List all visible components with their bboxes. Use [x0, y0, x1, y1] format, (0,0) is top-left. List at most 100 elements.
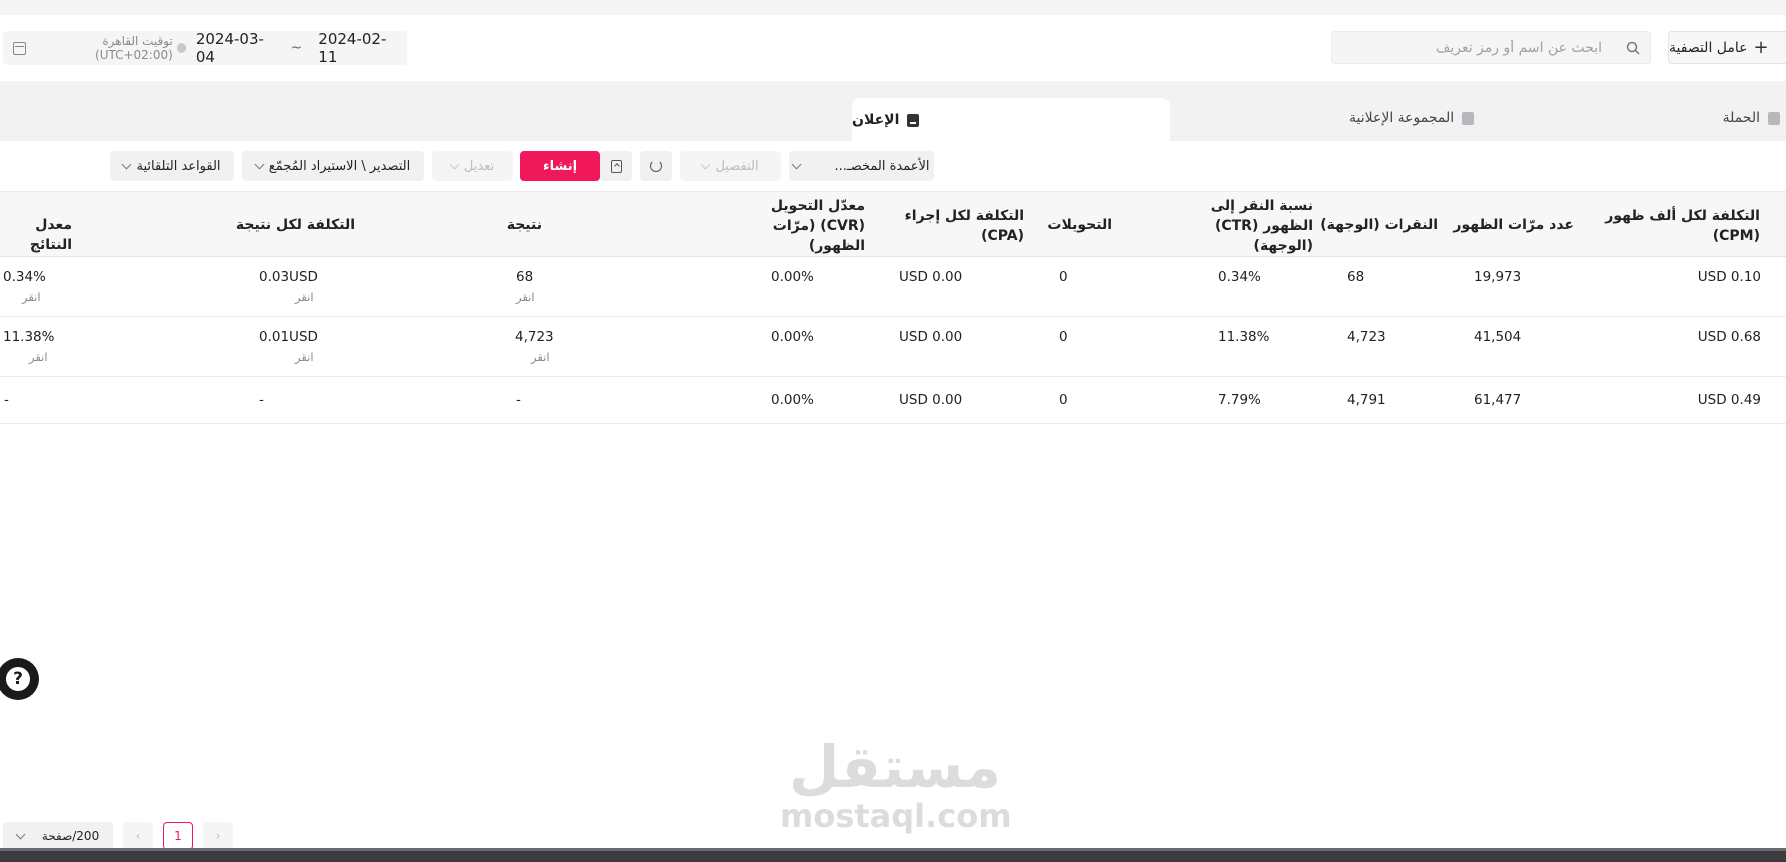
campaign-icon	[1768, 111, 1780, 125]
ad-icon	[907, 113, 920, 127]
col-ctr-line2: الظهور (CTR)	[1214, 218, 1313, 234]
search-input[interactable]	[1342, 39, 1602, 56]
breakdown-label: التفصيل	[715, 158, 759, 174]
create-label: إنشاء	[542, 158, 578, 174]
prev-page-button[interactable]: ‹	[123, 822, 153, 850]
col-result[interactable]: نتيجة	[507, 215, 542, 235]
tab-ad[interactable]: الإعلان	[852, 98, 1170, 142]
cell-ctr: 7.79%	[1218, 392, 1261, 408]
date-range-picker[interactable]: توقيت القاهرة (UTC+02:00) 2024-03-04 ~ 2…	[3, 30, 407, 66]
col-clicks[interactable]: النقرات (الوجهة)	[1320, 215, 1438, 235]
tab-ad-group[interactable]: المجموعة الإعلانية	[1349, 110, 1475, 126]
chevron-down-icon	[792, 159, 802, 169]
table-row[interactable]: USD 0.68 41,504 4,723 11.38% 0 USD 0.00 …	[0, 317, 1786, 377]
cell-result-rate: -	[4, 392, 9, 408]
col-conversions[interactable]: التحويلات	[1047, 215, 1112, 235]
cell-result-rate: 11.38% انقر	[3, 329, 54, 364]
cell-cvr: 0.00%	[771, 392, 814, 408]
date-start[interactable]: 2024-02-11	[318, 30, 397, 66]
chevron-right-icon: ›	[215, 829, 221, 843]
result-type: انقر	[516, 290, 535, 304]
export-icon	[610, 159, 622, 173]
cell-clicks: 4,723	[1347, 329, 1386, 345]
page-size-select[interactable]: 200/صفحة	[3, 822, 113, 850]
col-impressions[interactable]: عدد مرّات الظهور	[1453, 215, 1574, 235]
tab-ad-label: الإعلان	[852, 112, 900, 128]
col-cpm[interactable]: التكلفة لكل ألف ظهور (CPM)	[1605, 206, 1760, 246]
cost-type: انقر	[295, 350, 314, 364]
date-end[interactable]: 2024-03-04	[196, 30, 275, 66]
cell-result: 68 انقر	[516, 269, 535, 304]
result-value: 4,723	[515, 329, 554, 345]
bottom-bar	[0, 848, 1786, 862]
col-ctr-line3: (الوجهة)	[1253, 238, 1313, 254]
breakdown-dropdown[interactable]: التفصيل	[680, 151, 781, 181]
edit-dropdown[interactable]: تعديل	[432, 151, 513, 181]
cell-impressions: 19,973	[1474, 269, 1522, 285]
timezone-text: توقيت القاهرة (UTC+02:00)	[95, 34, 173, 62]
auto-rules-dropdown[interactable]: القواعد التلقائية	[110, 151, 234, 181]
chevron-down-icon	[700, 159, 711, 169]
chevron-down-icon	[122, 159, 132, 169]
col-cost-per-result[interactable]: التكلفة لكل نتيجة	[236, 215, 355, 235]
info-icon	[176, 43, 186, 53]
cell-conversions: 0	[1059, 329, 1068, 345]
result-type: انقر	[531, 350, 550, 364]
search-box[interactable]	[1331, 31, 1651, 64]
export-import-label: التصدير \ الاستيراد المُجمّع	[268, 158, 411, 174]
col-cvr-line3: الظهور)	[808, 238, 865, 254]
cost-value: 0.01USD	[259, 329, 318, 345]
cell-cost-per-result: 0.03USD انقر	[259, 269, 318, 304]
custom-columns-label: الأعمدة المخصـ...	[834, 158, 930, 174]
cell-cpa: USD 0.00	[899, 392, 963, 408]
rate-type: انقر	[22, 290, 41, 304]
col-cvr[interactable]: معدّل التحويل (CVR) (مرّات الظهور)	[771, 196, 865, 256]
page-number-1[interactable]: 1	[163, 822, 193, 850]
rate-value: 11.38%	[3, 329, 55, 345]
table-row-total: USD 0.49 61,477 4,791 7.79% 0 USD 0.00 0…	[0, 377, 1786, 424]
watermark-latin: mostaql.com	[780, 797, 1012, 835]
cost-type: انقر	[295, 290, 314, 304]
next-page-button[interactable]: ›	[203, 822, 233, 850]
cell-conversions: 0	[1059, 392, 1068, 408]
watermark: مستقل mostaql.com	[780, 735, 1012, 835]
col-cpm-line2: (CPM)	[1712, 228, 1760, 244]
cell-result: 4,723 انقر	[515, 329, 554, 364]
chevron-down-icon	[254, 159, 265, 169]
cell-impressions: 41,504	[1474, 329, 1522, 345]
cost-value: 0.03USD	[259, 269, 318, 285]
chevron-down-icon	[449, 159, 460, 169]
bulk-export-import-dropdown[interactable]: التصدير \ الاستيراد المُجمّع	[242, 151, 424, 181]
ad-group-icon	[1462, 111, 1475, 125]
col-ctr[interactable]: نسبة النقر إلى الظهور (CTR) (الوجهة)	[1211, 196, 1313, 256]
plus-icon: +	[1753, 36, 1769, 58]
cell-clicks: 4,791	[1347, 392, 1386, 408]
tab-campaign-label: الحملة	[1722, 110, 1760, 126]
refresh-button[interactable]	[640, 151, 672, 181]
cell-impressions: 61,477	[1474, 392, 1522, 408]
filter-label: عامل التصفية	[1669, 39, 1748, 56]
table-row[interactable]: USD 0.10 19,973 68 0.34% 0 USD 0.00 0.00…	[0, 257, 1786, 317]
export-button[interactable]	[600, 151, 632, 181]
timezone-label: توقيت القاهرة (UTC+02:00)	[36, 34, 186, 62]
rate-type: انقر	[29, 350, 48, 364]
cell-result: -	[516, 392, 521, 408]
question-icon: ?	[6, 667, 30, 691]
edit-label: تعديل	[463, 158, 495, 174]
col-cpa[interactable]: التكلفة لكل إجراء (CPA)	[905, 206, 1024, 246]
col-result-rate[interactable]: معدل النتائج	[0, 215, 72, 255]
cell-cpa: USD 0.00	[899, 269, 963, 285]
ads-manager-page: + عامل التصفية توقيت القاهرة (UTC+02:00)…	[0, 0, 1786, 862]
help-button[interactable]: ?	[0, 658, 39, 700]
add-filter-button[interactable]: + عامل التصفية	[1668, 31, 1786, 64]
cell-cpa: USD 0.00	[899, 329, 963, 345]
col-ctr-line1: نسبة النقر إلى	[1210, 198, 1313, 214]
custom-columns-dropdown[interactable]: الأعمدة المخصـ...	[789, 151, 934, 181]
create-button[interactable]: إنشاء	[520, 151, 600, 181]
col-cpa-line2: (CPA)	[981, 228, 1024, 244]
date-separator: ~	[290, 40, 303, 56]
cell-cvr: 0.00%	[771, 329, 814, 345]
cell-conversions: 0	[1059, 269, 1068, 285]
cell-cpm: USD 0.68	[1697, 329, 1761, 345]
tab-campaign[interactable]: الحملة	[1723, 110, 1780, 126]
